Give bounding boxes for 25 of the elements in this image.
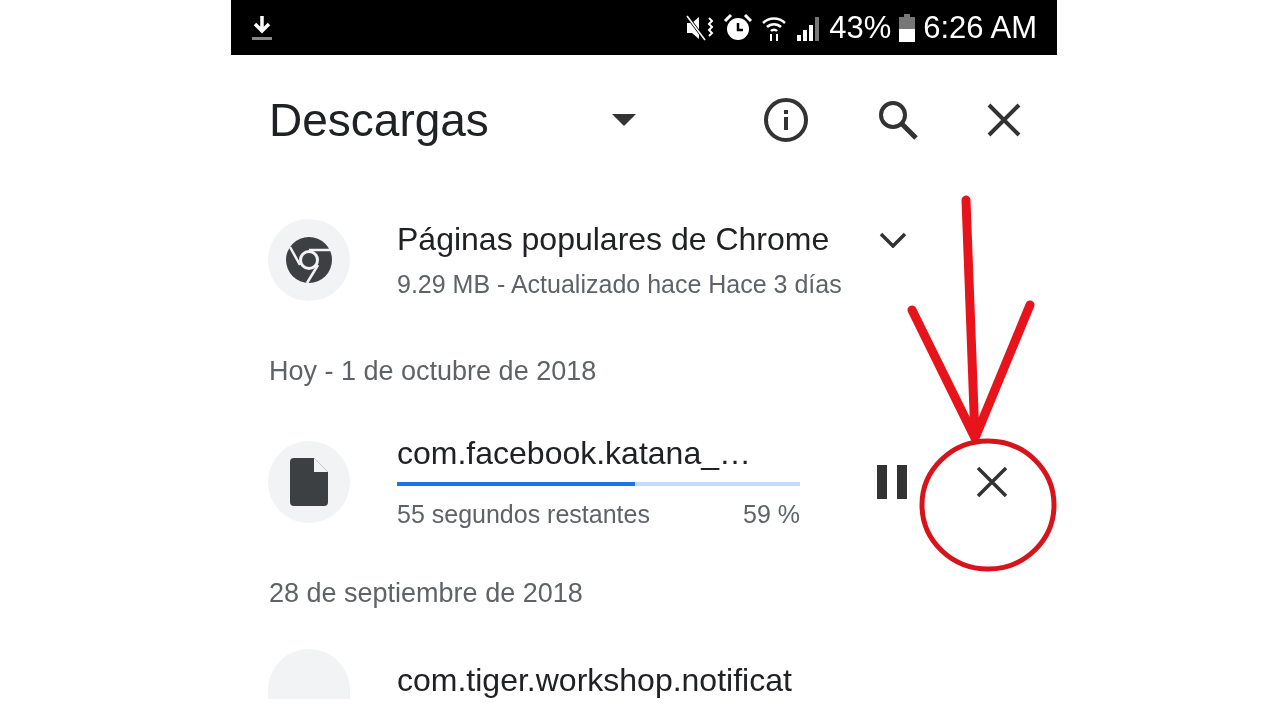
close-icon[interactable] [987, 103, 1021, 137]
progress-percent: 59 % [743, 500, 800, 529]
item-title[interactable]: Páginas populares de Chrome [397, 221, 830, 258]
battery-percent: 43% [829, 9, 892, 46]
battery-icon [899, 13, 916, 42]
clock-time: 6:26 AM [923, 9, 1037, 46]
date-heading: Hoy - 1 de octubre de 2018 [268, 354, 598, 388]
chevron-icon[interactable] [879, 231, 908, 248]
search-icon[interactable] [877, 99, 919, 141]
file-icon [290, 458, 328, 506]
file-name[interactable]: com.tiger.workshop.notificat [397, 662, 792, 699]
page-title: Descargas [269, 93, 490, 147]
mute-vibrate-icon [685, 13, 716, 42]
file-name[interactable]: com.facebook.katana_… [397, 435, 800, 472]
close-icon[interactable] [976, 466, 1008, 498]
dropdown-caret-icon[interactable] [612, 114, 636, 126]
time-remaining: 55 segundos restantes [397, 500, 650, 529]
download-icon [251, 13, 273, 42]
date-heading: 28 de septiembre de 2018 [268, 576, 584, 610]
chrome-icon [285, 236, 333, 284]
item-subtitle: 9.29 MB - Actualizado hace Hace 3 días [397, 270, 843, 299]
pause-icon[interactable] [877, 465, 907, 499]
alarm-icon [723, 12, 754, 43]
signal-icon [795, 14, 822, 41]
info-icon[interactable] [763, 97, 809, 143]
